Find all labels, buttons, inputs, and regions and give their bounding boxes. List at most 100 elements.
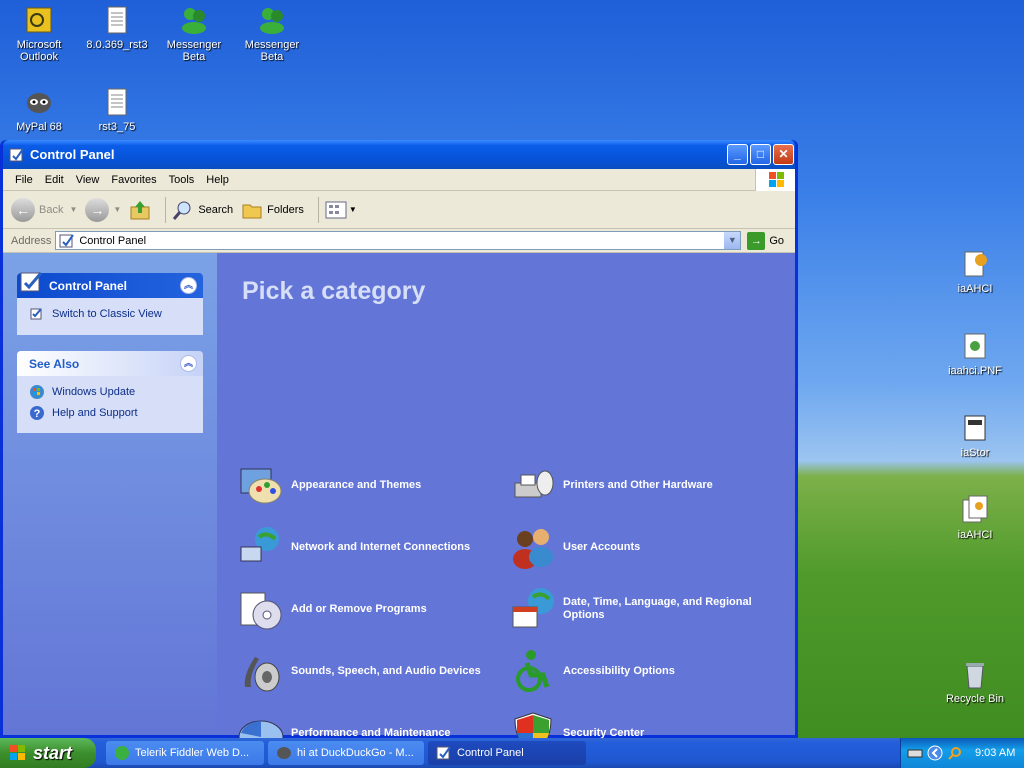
up-folder-button[interactable] [129, 199, 151, 221]
go-arrow-icon: → [747, 231, 766, 250]
system-tray: 9:03 AM [900, 738, 1024, 768]
see-also-header[interactable]: See Also ︽ [17, 351, 203, 376]
search-button[interactable]: Search [172, 199, 233, 221]
desktop-icon-iaahci-pnf[interactable]: iaahci.PNF [938, 330, 1012, 377]
chevron-down-icon: ▼ [348, 205, 357, 214]
taskbar-item-control-panel[interactable]: Control Panel [428, 741, 586, 765]
windows-flag-icon [10, 745, 25, 760]
maximize-button[interactable]: □ [750, 144, 771, 165]
desktop-icon-rst3-75[interactable]: rst3_75 [80, 86, 154, 133]
desktop-icon-iaahci-2[interactable]: iaAHCI [938, 494, 1012, 541]
control-panel-icon [436, 746, 451, 760]
control-panel-icon [20, 272, 43, 292]
folder-icon [242, 204, 262, 218]
desktop-icon-rst3-text[interactable]: 8.0.369_rst3 [80, 4, 154, 51]
task-pane: Control Panel ︽ Switch to Classic View S… [3, 253, 217, 735]
go-button[interactable]: → Go [747, 231, 784, 250]
desktop-icon-mypal[interactable]: MyPal 68 [2, 86, 76, 133]
desktop-icon-iaahci-1[interactable]: iaAHCI [938, 248, 1012, 295]
control-panel-box-header[interactable]: Control Panel ︽ [17, 272, 203, 298]
address-bar: Address Control Panel ▼ → Go [3, 229, 795, 253]
pnf-file-icon [964, 333, 986, 359]
keyboard-icon[interactable] [907, 745, 923, 761]
views-button[interactable]: ▼ [325, 200, 357, 220]
category-sounds-speech-audio[interactable]: Sounds, Speech, and Audio Devices [237, 647, 481, 695]
category-user-accounts[interactable]: User Accounts [509, 523, 640, 571]
close-button[interactable]: ✕ [773, 144, 794, 165]
mypal-icon [27, 93, 51, 113]
title-bar[interactable]: Control Panel _ □ ✕ [3, 140, 795, 169]
taskbar: start Telerik Fiddler Web D... hi at Duc… [0, 738, 1024, 768]
control-panel-box-body: Switch to Classic View [17, 298, 203, 337]
see-also-box: See Also ︽ Windows Update ? Help and Sup… [17, 351, 203, 433]
mypal-icon [277, 747, 291, 759]
clock[interactable]: 9:03 AM [975, 747, 1015, 759]
menu-bar: File Edit View Favorites Tools Help [3, 169, 795, 191]
collapse-chevron-icon[interactable]: ︽ [180, 277, 197, 294]
taskbar-item-fiddler[interactable]: Telerik Fiddler Web D... [106, 741, 264, 765]
svg-text:?: ? [34, 408, 41, 420]
recycle-bin-icon [966, 663, 984, 689]
see-also-body: Windows Update ? Help and Support [17, 376, 203, 436]
desktop-icon-label: Messenger Beta [166, 39, 222, 63]
up-folder-icon [130, 200, 150, 219]
search-icon[interactable] [947, 745, 963, 761]
category-appearance-and-themes[interactable]: Appearance and Themes [237, 461, 421, 509]
views-icon [325, 201, 347, 218]
category-date-time-language-regional[interactable]: Date, Time, Language, and Regional Optio… [509, 585, 773, 633]
show-hidden-icons-chevron-icon[interactable] [927, 745, 943, 761]
outlook-icon [26, 7, 52, 33]
fiddler-icon [115, 746, 129, 760]
desktop-icon-iastor[interactable]: iaStor [938, 412, 1012, 459]
desktop-icon-label: iaAHCI [957, 283, 993, 295]
back-button[interactable]: ← Back ▼ [11, 197, 78, 222]
desktop-icon-outlook[interactable]: Microsoft Outlook [2, 4, 76, 63]
help-and-support-link[interactable]: ? Help and Support [29, 405, 193, 421]
menu-view[interactable]: View [70, 174, 106, 186]
desktop-icon-recycle-bin[interactable]: Recycle Bin [938, 658, 1012, 705]
minimize-button[interactable]: _ [727, 144, 748, 165]
desktop-icon-messenger-1[interactable]: Messenger Beta [157, 4, 231, 63]
windows-update-link[interactable]: Windows Update [29, 384, 193, 400]
chevron-down-icon: ▼ [69, 205, 78, 214]
menu-favorites[interactable]: Favorites [105, 174, 162, 186]
start-button[interactable]: start [0, 738, 96, 768]
control-panel-box: Control Panel ︽ Switch to Classic View [17, 272, 203, 337]
address-input[interactable]: Control Panel ▼ [55, 231, 742, 250]
menu-tools[interactable]: Tools [163, 174, 201, 186]
collapse-chevron-icon[interactable]: ︽ [180, 355, 197, 372]
category-accessibility-options[interactable]: Accessibility Options [509, 647, 675, 695]
category-printers-and-other-hardware[interactable]: Printers and Other Hardware [509, 461, 713, 509]
address-label: Address [11, 234, 52, 247]
forward-button[interactable]: → ▼ [85, 197, 121, 222]
classic-view-icon [30, 308, 42, 320]
menu-help[interactable]: Help [200, 174, 235, 186]
switch-to-classic-view-link[interactable]: Switch to Classic View [29, 306, 193, 322]
search-icon [173, 201, 191, 220]
address-dropdown-button[interactable]: ▼ [724, 232, 741, 249]
user-accounts-icon [513, 529, 553, 569]
network-icon [240, 527, 279, 562]
address-value: Control Panel [79, 234, 147, 247]
menu-file[interactable]: File [9, 174, 39, 186]
toolbar-separator [317, 196, 319, 223]
category-network-and-internet-connections[interactable]: Network and Internet Connections [237, 523, 470, 571]
category-view: Pick a category Appearance and Themes Pr… [217, 253, 795, 756]
desktop-icon-label: 8.0.369_rst3 [86, 39, 148, 51]
desktop-icon-messenger-2[interactable]: Messenger Beta [235, 4, 309, 63]
desktop-icon-label: Messenger Beta [244, 39, 300, 63]
taskbar-item-duckduckgo[interactable]: hi at DuckDuckGo - M... [268, 741, 424, 765]
menu-edit[interactable]: Edit [39, 174, 70, 186]
help-icon: ? [30, 406, 44, 420]
config-file-icon [964, 415, 986, 441]
sounds-icon [244, 657, 280, 692]
window-title: Control Panel [30, 147, 115, 162]
desktop-icon-label: MyPal 68 [16, 121, 62, 133]
messenger-icon [182, 8, 206, 34]
category-add-or-remove-programs[interactable]: Add or Remove Programs [237, 585, 427, 633]
desktop-icon-label: iaAHCI [957, 529, 993, 541]
installer-icon [964, 251, 987, 277]
folders-button[interactable]: Folders [241, 199, 304, 221]
desktop-icon-label: Microsoft Outlook [16, 39, 62, 63]
back-arrow-icon: ← [11, 197, 35, 222]
